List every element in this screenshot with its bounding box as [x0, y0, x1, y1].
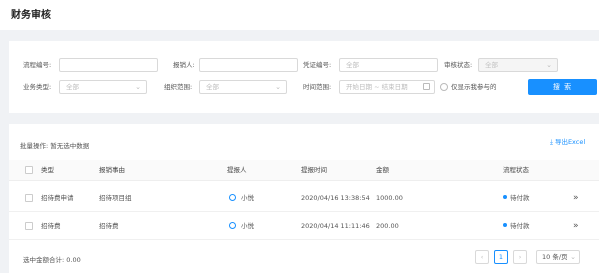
- row-status: 待付款: [503, 185, 530, 212]
- export-label: 导出Excel: [554, 138, 586, 146]
- export-button[interactable]: ⤓ 导出Excel: [550, 136, 585, 147]
- col-type: 类型: [41, 166, 54, 174]
- header-bar: 财务审核: [0, 0, 599, 30]
- row-type: 招待费: [41, 222, 61, 230]
- selected-total: 选中金额合计: 0.00: [23, 256, 81, 264]
- only-mine-label: 仅显示我参与的: [451, 83, 497, 91]
- table-header: 类型 报销事由 提报人 提报时间 金额 流程状态: [9, 160, 599, 181]
- row-checkbox[interactable]: [25, 222, 33, 230]
- select-all-checkbox[interactable]: [25, 166, 33, 174]
- chevron-down-icon: ⌄: [135, 83, 141, 91]
- time-range-placeholder: 开始日期 ~ 结束日期: [346, 83, 408, 91]
- double-chevron-right-icon[interactable]: »: [573, 185, 579, 212]
- org-scope-select[interactable]: 全部 ⌄: [199, 80, 287, 94]
- org-scope-label: 组织范围:: [164, 83, 193, 91]
- business-type-value: 全部: [66, 83, 79, 91]
- time-range-picker[interactable]: 开始日期 ~ 结束日期: [339, 80, 435, 94]
- col-amount: 金额: [376, 166, 389, 174]
- page-size-select[interactable]: 10 条/页 ⌄: [536, 250, 580, 264]
- audit-status-value: 全部: [485, 61, 498, 69]
- col-status: 流程状态: [503, 166, 529, 174]
- table-row[interactable]: 招待费申请 招待项目组 小悦 2020/04/16 13:38:54 1000.…: [9, 185, 599, 212]
- audit-status-select[interactable]: 全部 ⌄: [478, 58, 558, 72]
- process-no-input[interactable]: [59, 58, 158, 72]
- page-1-button[interactable]: 1: [494, 250, 508, 264]
- submitter-name: 小悦: [241, 222, 254, 230]
- status-dot: [503, 223, 507, 227]
- calendar-icon: [423, 83, 430, 90]
- submitter-name: 小悦: [241, 194, 254, 202]
- results-panel: 批量操作: 暂无选中数据 ⤓ 导出Excel 类型 报销事由 提报人 提报时间 …: [9, 124, 599, 273]
- next-page-button[interactable]: ›: [513, 250, 527, 264]
- page-title: 财务审核: [11, 10, 51, 21]
- page-size-value: 10 条/页: [542, 253, 568, 261]
- row-checkbox[interactable]: [25, 194, 33, 202]
- chevron-down-icon: ⌄: [546, 61, 552, 69]
- audit-status-label: 审核状态:: [444, 61, 473, 69]
- reimburser-input[interactable]: [199, 58, 298, 72]
- business-type-select[interactable]: 全部 ⌄: [59, 80, 147, 94]
- row-submitter: 小悦: [229, 185, 254, 212]
- row-time: 2020/04/16 13:38:54: [301, 194, 370, 202]
- filter-panel: 流程编号: 报销人: 凭证编号: 全部 审核状态: 全部 ⌄ 业务类型: 全部 …: [9, 41, 599, 113]
- batch-operation-label: 批量操作: 暂无选中数据: [20, 142, 90, 150]
- chevron-down-icon: ⌄: [570, 253, 576, 261]
- search-button[interactable]: 搜 索: [528, 79, 597, 95]
- voucher-no-label: 凭证编号:: [303, 61, 332, 69]
- row-submitter: 小悦: [229, 213, 254, 240]
- table-row[interactable]: 招待费 招待费 小悦 2020/04/14 11:11:46 200.00 待付…: [9, 213, 599, 240]
- only-mine-radio[interactable]: [440, 83, 448, 91]
- row-time: 2020/04/14 11:11:46: [301, 222, 370, 230]
- prev-page-button[interactable]: ‹: [475, 250, 489, 264]
- row-amount: 1000.00: [376, 194, 403, 202]
- business-type-label: 业务类型:: [23, 83, 52, 91]
- row-amount: 200.00: [376, 222, 399, 230]
- double-chevron-right-icon[interactable]: »: [573, 213, 579, 240]
- status-text: 待付款: [510, 222, 530, 230]
- status-text: 待付款: [510, 194, 530, 202]
- chevron-down-icon: ⌄: [275, 83, 281, 91]
- row-reason: 招待项目组: [99, 194, 132, 202]
- reimburser-label: 报销人:: [173, 61, 195, 69]
- user-icon: [229, 194, 236, 201]
- process-no-label: 流程编号:: [23, 61, 52, 69]
- download-icon: ⤓: [550, 138, 553, 146]
- col-time: 提报时间: [301, 166, 327, 174]
- row-reason: 招待费: [99, 222, 119, 230]
- row-type: 招待费申请: [41, 194, 74, 202]
- col-reason: 报销事由: [99, 166, 125, 174]
- org-scope-value: 全部: [206, 83, 219, 91]
- voucher-no-input[interactable]: 全部: [339, 58, 438, 72]
- row-status: 待付款: [503, 213, 530, 240]
- user-icon: [229, 222, 236, 229]
- col-submitter: 提报人: [227, 166, 247, 174]
- status-dot: [503, 195, 507, 199]
- time-range-label: 时间范围:: [303, 83, 332, 91]
